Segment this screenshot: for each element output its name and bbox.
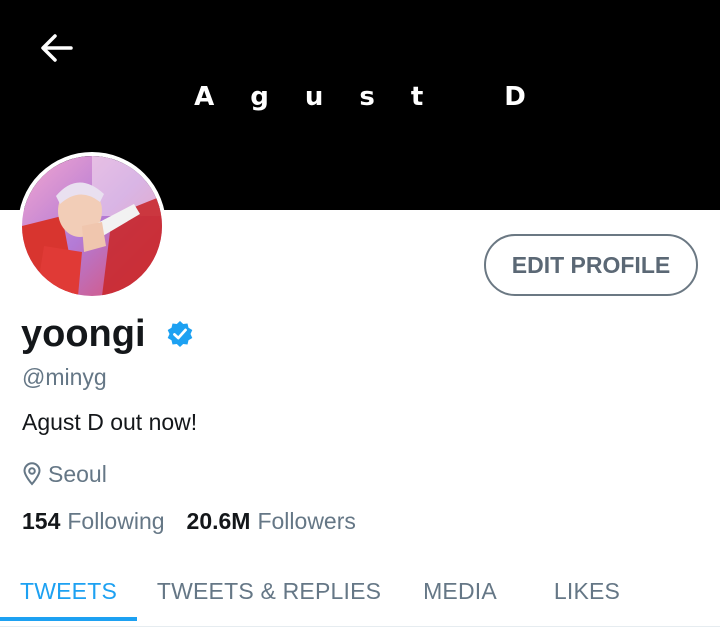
divider bbox=[0, 626, 720, 627]
user-handle: @minyg bbox=[22, 364, 107, 390]
location-text: Seoul bbox=[48, 460, 107, 487]
display-name: yoongi bbox=[21, 312, 146, 355]
arrow-left-icon bbox=[41, 34, 73, 62]
tab-tweets[interactable]: TWEETS bbox=[0, 560, 137, 622]
avatar[interactable] bbox=[18, 152, 166, 300]
following-count: 154 bbox=[22, 508, 61, 534]
edit-profile-button[interactable]: EDIT PROFILE bbox=[484, 234, 698, 296]
follow-stats: 154 Following 20.6M Followers bbox=[22, 508, 356, 535]
verified-badge-icon bbox=[166, 320, 194, 348]
profile-tabs: TWEETS TWEETS & REPLIES MEDIA LIKES bbox=[0, 560, 720, 626]
followers-label: Followers bbox=[257, 508, 356, 534]
followers-link[interactable]: 20.6M Followers bbox=[187, 508, 356, 535]
following-link[interactable]: 154 Following bbox=[22, 508, 165, 535]
bio-text: Agust D out now! bbox=[22, 409, 198, 435]
tab-tweets-replies[interactable]: TWEETS & REPLIES bbox=[152, 560, 386, 622]
tab-likes[interactable]: LIKES bbox=[540, 560, 634, 622]
followers-count: 20.6M bbox=[186, 508, 251, 534]
back-button[interactable] bbox=[34, 28, 78, 68]
banner-title: Agust D bbox=[194, 82, 562, 112]
location: Seoul bbox=[22, 459, 107, 489]
active-tab-indicator bbox=[0, 617, 137, 621]
profile-photo bbox=[22, 156, 162, 296]
following-label: Following bbox=[67, 508, 165, 534]
tab-media[interactable]: MEDIA bbox=[410, 560, 510, 622]
location-pin-icon bbox=[23, 462, 41, 486]
name-row: yoongi bbox=[21, 310, 194, 358]
